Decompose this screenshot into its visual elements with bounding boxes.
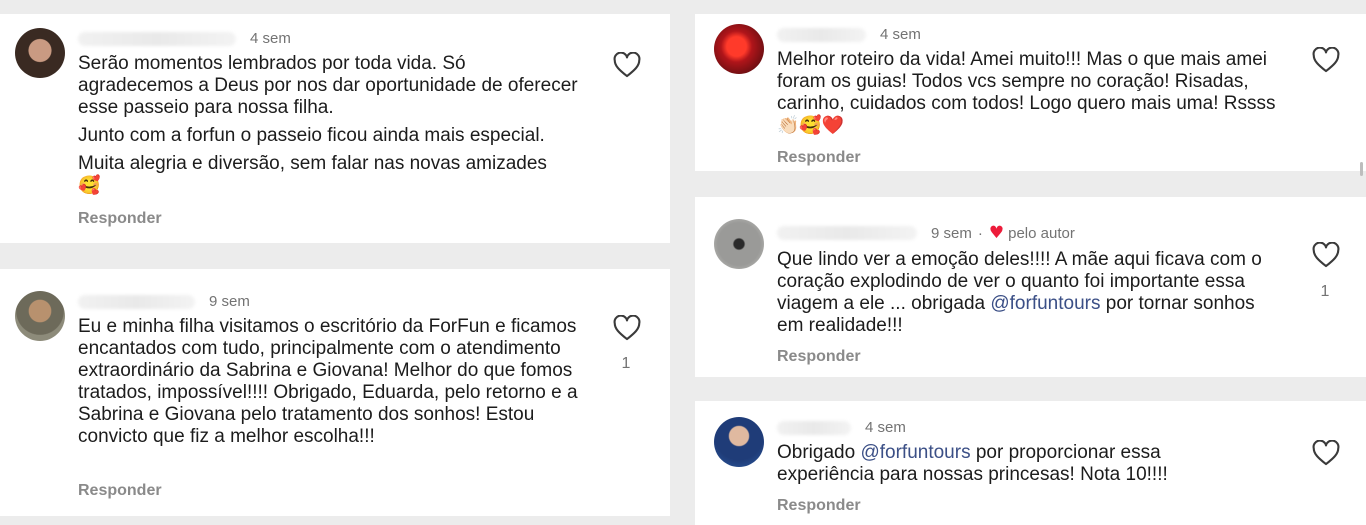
comment-card: 4 sem Obrigado @forfuntours por proporci… <box>695 401 1366 525</box>
comment-card: 4 sem Melhor roteiro da vida! Amei muito… <box>695 14 1366 171</box>
mention-link[interactable]: @forfuntours <box>990 293 1100 314</box>
comment-paragraph: Junto com a forfun o passeio ficou ainda… <box>78 125 545 146</box>
separator: · <box>977 224 983 242</box>
comment-meta: 4 sem <box>777 419 906 436</box>
comment-card: 9 sem · ♥ pelo autor Que lindo ver a emo… <box>695 197 1366 377</box>
comment-body: Melhor roteiro da vida! Amei muito!!! Ma… <box>777 49 1276 114</box>
comment-meta: 4 sem <box>78 30 291 47</box>
like-heart-icon[interactable] <box>613 315 641 341</box>
mention-link[interactable]: @forfuntours <box>860 442 970 463</box>
avatar[interactable] <box>714 219 764 269</box>
comment-text: Serão momentos lembrados por toda vida. … <box>78 53 578 197</box>
timestamp: 9 sem <box>209 293 250 310</box>
like-count[interactable]: 1 <box>1315 283 1335 301</box>
username-blurred[interactable] <box>777 420 851 435</box>
like-heart-icon[interactable] <box>1312 242 1340 268</box>
comment-text: Melhor roteiro da vida! Amei muito!!! Ma… <box>777 49 1287 137</box>
avatar[interactable] <box>15 28 65 78</box>
comment-text: Que lindo ver a emoção deles!!!! A mãe a… <box>777 249 1277 337</box>
username-blurred[interactable] <box>777 27 866 42</box>
comment-meta: 9 sem <box>78 293 250 310</box>
username-blurred[interactable] <box>777 226 917 240</box>
avatar[interactable] <box>714 417 764 467</box>
emoji: 👏🏻🥰❤️ <box>777 115 845 136</box>
scrollbar-thumb[interactable] <box>1360 162 1363 176</box>
emoji: 🥰 <box>78 175 101 196</box>
timestamp: 4 sem <box>250 30 291 47</box>
comment-paragraph: Serão momentos lembrados por toda vida. … <box>78 53 578 118</box>
reply-button[interactable]: Responder <box>777 149 861 167</box>
avatar[interactable] <box>15 291 65 341</box>
reply-button[interactable]: Responder <box>78 482 162 500</box>
liked-by-author-label: pelo autor <box>1008 224 1075 242</box>
comment-card: 9 sem Eu e minha filha visitamos o escri… <box>0 269 670 516</box>
comment-meta: 4 sem <box>777 26 921 43</box>
like-heart-icon[interactable] <box>1312 47 1340 73</box>
author-liked-heart-icon: ♥ <box>988 223 1005 243</box>
username-blurred[interactable] <box>78 31 236 46</box>
timestamp: 4 sem <box>880 26 921 43</box>
like-heart-icon[interactable] <box>1312 440 1340 466</box>
reply-button[interactable]: Responder <box>78 210 162 228</box>
like-count[interactable]: 1 <box>616 355 636 373</box>
like-heart-icon[interactable] <box>613 52 641 78</box>
reply-button[interactable]: Responder <box>777 497 861 515</box>
comment-text: Eu e minha filha visitamos o escritório … <box>78 316 578 447</box>
timestamp: 9 sem <box>931 224 972 242</box>
comment-body: Obrigado <box>777 442 861 463</box>
timestamp: 4 sem <box>865 419 906 436</box>
reply-button[interactable]: Responder <box>777 348 861 366</box>
comment-meta: 9 sem · ♥ pelo autor <box>777 223 1075 243</box>
comment-card: 4 sem Serão momentos lembrados por toda … <box>0 14 670 243</box>
comment-paragraph: Muita alegria e diversão, sem falar nas … <box>78 153 547 174</box>
comment-text: Obrigado @forfuntours por proporcionar e… <box>777 442 1217 486</box>
username-blurred[interactable] <box>78 294 195 309</box>
avatar[interactable] <box>714 24 764 74</box>
